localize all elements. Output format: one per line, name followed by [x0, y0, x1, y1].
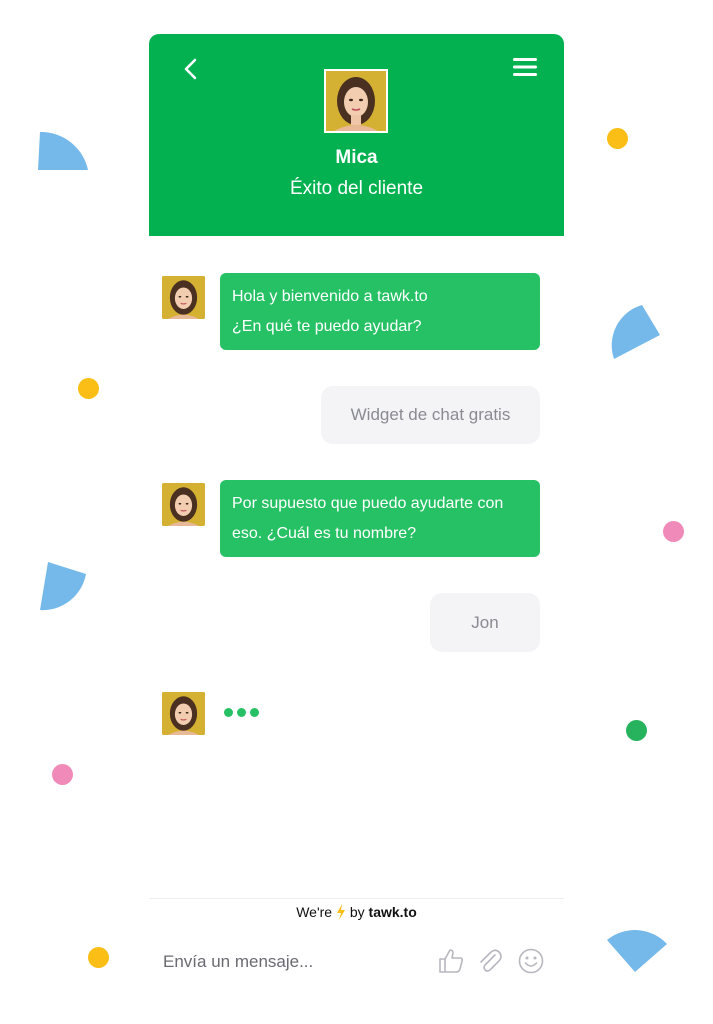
branding-by: by	[349, 904, 365, 920]
hamburger-menu-icon[interactable]	[512, 56, 538, 78]
agent-role: Éxito del cliente	[289, 178, 424, 199]
emoji-icon[interactable]	[517, 947, 545, 975]
decor-pink-dot-1	[663, 521, 684, 542]
decor-yellow-dot-2	[78, 378, 99, 399]
chat-header: Mica Éxito del cliente	[149, 34, 564, 236]
agent-avatar	[324, 69, 388, 133]
typing-indicator-icon	[224, 704, 264, 718]
decor-blue-wedge-2	[611, 305, 660, 359]
decor-pink-dot-2	[52, 764, 73, 785]
message-composer	[149, 939, 564, 984]
user-message: Jon	[430, 593, 540, 652]
message-line: Por supuesto que puedo ayudarte con	[232, 495, 504, 512]
chat-widget: Mica Éxito del cliente Hola y bienvenido…	[149, 34, 564, 1024]
agent-message: Por supuesto que puedo ayudarte con eso.…	[220, 480, 540, 557]
back-arrow-icon[interactable]	[179, 56, 203, 82]
decor-yellow-dot-1	[607, 128, 628, 149]
message-text: Jon	[471, 613, 499, 632]
message-line: ¿En qué te puedo ayudar?	[232, 318, 422, 335]
message-line: eso. ¿Cuál es tu nombre?	[232, 525, 417, 542]
message-line: Hola y bienvenido a tawk.to	[232, 288, 428, 305]
agent-name: Mica	[335, 147, 378, 168]
branding-name: tawk.to	[368, 904, 417, 920]
decor-yellow-dot-3	[88, 947, 109, 968]
decor-green-dot	[626, 720, 647, 741]
agent-avatar-small	[162, 692, 205, 735]
message-text: Widget de chat gratis	[350, 405, 511, 424]
agent-avatar-small	[162, 483, 205, 526]
paperclip-icon[interactable]	[476, 947, 504, 975]
agent-message: Hola y bienvenido a tawk.to ¿En qué te p…	[220, 273, 540, 350]
agent-avatar-small	[162, 276, 205, 319]
message-input[interactable]	[161, 947, 415, 977]
branding-link[interactable]: We're by tawk.to	[149, 904, 564, 920]
decor-blue-wedge-3	[40, 562, 86, 611]
lightning-icon	[336, 904, 345, 920]
user-message: Widget de chat gratis	[321, 386, 540, 444]
branding-prefix: We're	[296, 904, 333, 920]
footer-divider	[149, 898, 564, 899]
decor-blue-wedge-4	[607, 930, 667, 972]
decor-blue-wedge-1	[38, 131, 88, 170]
thumbs-up-icon[interactable]	[437, 947, 465, 975]
